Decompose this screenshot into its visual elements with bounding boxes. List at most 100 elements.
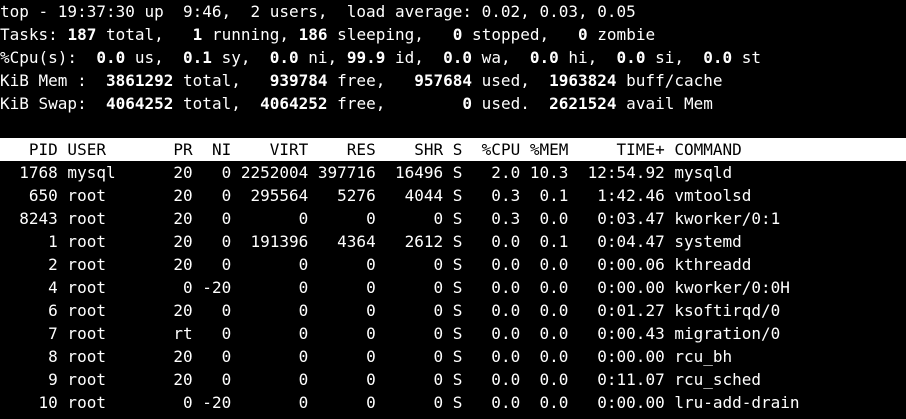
cell-ni: 0 xyxy=(192,186,232,205)
cell-ni: 0 xyxy=(192,324,232,343)
cell-shr: 0 xyxy=(375,255,444,274)
cell-virt: 0 xyxy=(231,347,309,366)
cell-cpu: 0.0 xyxy=(462,347,521,366)
cell-pid: 2 xyxy=(0,255,58,274)
header-res: RES xyxy=(308,140,376,159)
mem-total-label: total, xyxy=(173,71,270,90)
cell-time: 0:00.00 xyxy=(568,393,665,412)
cell-mem: 0.1 xyxy=(520,232,569,251)
process-row[interactable]: 8 root 20 0 0 0 0 S 0.0 0.0 0:00.00 rcu_… xyxy=(0,345,906,368)
cell-time: 0:00.00 xyxy=(568,347,665,366)
cell-pr: 20 xyxy=(163,163,193,182)
process-row[interactable]: 2 root 20 0 0 0 0 S 0.0 0.0 0:00.06 kthr… xyxy=(0,253,906,276)
cell-command: vmtoolsd xyxy=(664,186,752,205)
cell-s: S xyxy=(443,324,463,343)
cpu-us: 0.0 xyxy=(96,48,126,67)
cell-ni: 0 xyxy=(192,370,232,389)
process-row[interactable]: 1768 mysql 20 0 2252004 397716 16496 S 2… xyxy=(0,161,906,184)
process-table-header: PID USER PR NI VIRT RES SHR S %CPU %MEM … xyxy=(0,138,906,161)
cell-time: 0:03.47 xyxy=(568,209,665,228)
terminal-window[interactable]: top - 19:37:30 up 9:46, 2 users, load av… xyxy=(0,0,906,419)
cell-pr: rt xyxy=(163,324,193,343)
cell-cpu: 0.0 xyxy=(462,370,521,389)
process-row[interactable]: 4 root 0 -20 0 0 0 S 0.0 0.0 0:00.00 kwo… xyxy=(0,276,906,299)
cell-ni: 0 xyxy=(192,301,232,320)
cell-pid: 650 xyxy=(0,186,58,205)
cell-time: 0:04.47 xyxy=(568,232,665,251)
process-row[interactable]: 10 root 0 -20 0 0 0 S 0.0 0.0 0:00.00 lr… xyxy=(0,391,906,414)
cpu-st-label: st xyxy=(732,48,762,67)
swap-free-label: free, xyxy=(327,94,463,113)
cpu-st: 0.0 xyxy=(703,48,733,67)
cell-user: root xyxy=(57,209,164,228)
cell-s: S xyxy=(443,232,463,251)
cell-res: 5276 xyxy=(308,186,376,205)
cell-user: root xyxy=(57,370,164,389)
cell-virt: 295564 xyxy=(231,186,309,205)
process-row[interactable]: 8243 root 20 0 0 0 0 S 0.3 0.0 0:03.47 k… xyxy=(0,207,906,230)
cell-pr: 20 xyxy=(163,232,193,251)
cell-virt: 191396 xyxy=(231,232,309,251)
swap-used: 0 xyxy=(462,94,473,113)
cell-res: 0 xyxy=(308,301,376,320)
header-shr: SHR xyxy=(375,140,444,159)
cpu-id: 99.9 xyxy=(346,48,386,67)
cell-res: 0 xyxy=(308,393,376,412)
cell-virt: 0 xyxy=(231,301,309,320)
cell-mem: 0.0 xyxy=(520,324,569,343)
cell-res: 0 xyxy=(308,370,376,389)
cell-shr: 0 xyxy=(375,393,444,412)
cell-virt: 0 xyxy=(231,255,309,274)
cell-command: ksoftirqd/0 xyxy=(664,301,781,320)
cell-res: 0 xyxy=(308,209,376,228)
process-row[interactable]: 9 root 20 0 0 0 0 S 0.0 0.0 0:11.07 rcu_… xyxy=(0,368,906,391)
mem-total: 3861292 xyxy=(105,71,174,90)
cell-time: 0:01.27 xyxy=(568,301,665,320)
cell-command: rcu_sched xyxy=(664,370,762,389)
cell-command: migration/0 xyxy=(664,324,781,343)
cpu-sy: 0.1 xyxy=(183,48,212,67)
header-virt: VIRT xyxy=(231,140,309,159)
cell-pid: 4 xyxy=(0,278,58,297)
header-pid: PID xyxy=(0,140,58,159)
cell-s: S xyxy=(443,370,463,389)
cell-mem: 0.0 xyxy=(520,370,569,389)
header-time: TIME+ xyxy=(568,140,665,159)
cell-command: kworker/0:1 xyxy=(664,209,781,228)
cell-pid: 1768 xyxy=(0,163,58,182)
cpu-wa: 0.0 xyxy=(443,48,473,67)
tasks-running-label: running, xyxy=(202,25,299,44)
tasks-total: 187 xyxy=(67,25,97,44)
swap-avail-label: avail Mem xyxy=(616,94,713,113)
swap-used-label: used. xyxy=(472,94,550,113)
cell-shr: 0 xyxy=(375,209,444,228)
cpu-id-label: id, xyxy=(385,48,444,67)
process-row[interactable]: 650 root 20 0 295564 5276 4044 S 0.3 0.1… xyxy=(0,184,906,207)
cell-mem: 0.0 xyxy=(520,347,569,366)
mem-prefix: KiB Mem : xyxy=(0,71,106,90)
cell-virt: 0 xyxy=(231,370,309,389)
cell-ni: 0 xyxy=(192,163,232,182)
process-list: 1768 mysql 20 0 2252004 397716 16496 S 2… xyxy=(0,161,906,414)
process-row[interactable]: 7 root rt 0 0 0 0 S 0.0 0.0 0:00.43 migr… xyxy=(0,322,906,345)
cell-command: systemd xyxy=(664,232,742,251)
cell-time: 1:42.46 xyxy=(568,186,665,205)
cell-command: kworker/0:0H xyxy=(664,278,790,297)
tasks-sleeping: 186 xyxy=(298,25,328,44)
cell-cpu: 0.0 xyxy=(462,278,521,297)
process-row[interactable]: 1 root 20 0 191396 4364 2612 S 0.0 0.1 0… xyxy=(0,230,906,253)
cell-ni: -20 xyxy=(192,393,232,412)
process-row[interactable]: 6 root 20 0 0 0 0 S 0.0 0.0 0:01.27 ksof… xyxy=(0,299,906,322)
cell-pr: 0 xyxy=(163,393,193,412)
summary-mem-line: KiB Mem : 3861292 total, 939784 free, 95… xyxy=(0,69,906,92)
uptime-text: top - 19:37:30 up 9:46, 2 users, load av… xyxy=(0,2,636,21)
cell-time: 0:00.06 xyxy=(568,255,665,274)
cell-virt: 0 xyxy=(231,209,309,228)
cell-user: root xyxy=(57,232,164,251)
swap-prefix: KiB Swap: xyxy=(0,94,106,113)
cell-cpu: 0.0 xyxy=(462,393,521,412)
header-cpu: %CPU xyxy=(462,140,521,159)
cell-mem: 10.3 xyxy=(520,163,569,182)
cell-shr: 16496 xyxy=(375,163,444,182)
